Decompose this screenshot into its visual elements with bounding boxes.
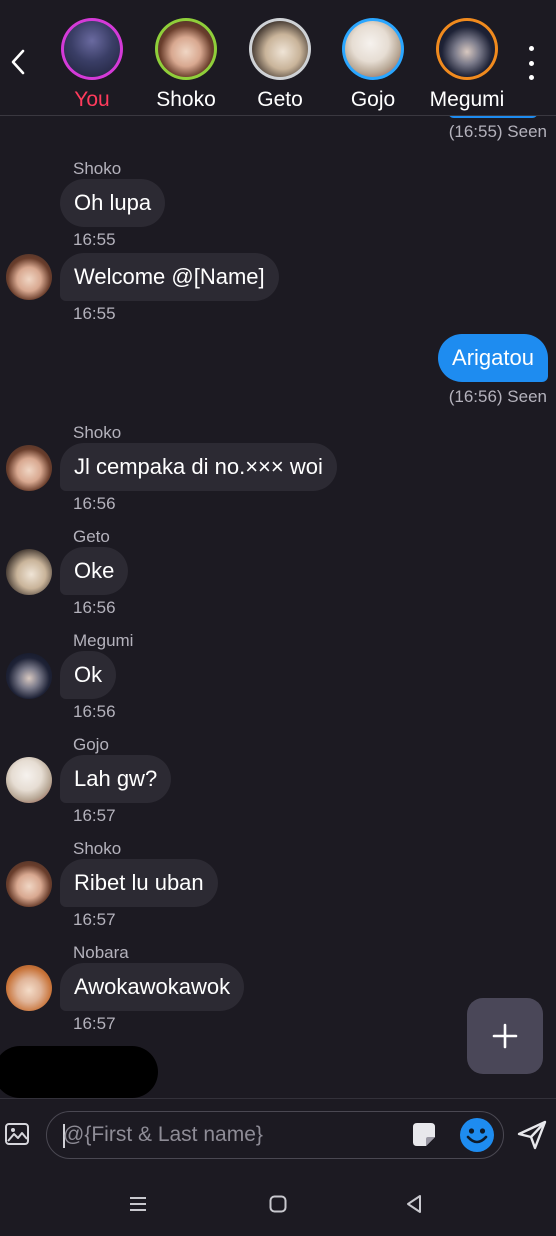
message-text: Ok [74, 662, 103, 687]
message-text: Awokawokawok [74, 974, 231, 999]
gallery-button[interactable] [4, 1121, 30, 1147]
plus-icon [492, 1023, 518, 1049]
sticker-button[interactable] [409, 1120, 439, 1150]
avatar [155, 18, 217, 80]
participant-you[interactable]: You [47, 18, 137, 114]
system-back-button[interactable] [403, 1193, 425, 1215]
message-composer [0, 1098, 556, 1172]
participant-name: Gojo [350, 88, 396, 111]
avatar [342, 18, 404, 80]
chat-screen: You Shoko Geto Gojo Megumi (16:55) Seen … [0, 0, 556, 1236]
message-bubble[interactable]: Ok [60, 651, 117, 699]
back-triangle-icon [407, 1195, 421, 1213]
participant-shoko[interactable]: Shoko [141, 18, 231, 114]
participant-megumi[interactable]: Megumi [422, 18, 512, 114]
message-text: Oh lupa [74, 190, 152, 215]
outgoing-message-bubble[interactable]: Arigatou [438, 334, 548, 382]
message-time: 16:57 [73, 806, 116, 825]
recent-apps-button[interactable] [128, 1194, 148, 1214]
message-bubble[interactable]: Oh lupa [60, 179, 166, 227]
more-vertical-icon [528, 46, 534, 51]
avatar [249, 18, 311, 80]
sender-name: Megumi [73, 631, 134, 650]
sender-name: Shoko [73, 159, 122, 178]
message-time: 16:56 [73, 494, 116, 513]
recents-icon [130, 1197, 146, 1211]
sender-name: Gojo [73, 735, 109, 754]
sticker-icon [413, 1123, 435, 1146]
participant-geto[interactable]: Geto [235, 18, 325, 114]
seen-status: (16:56) Seen [448, 387, 547, 406]
message-text: Oke [74, 558, 115, 583]
emoji-icon [460, 1118, 494, 1152]
avatar[interactable] [6, 757, 52, 803]
avatar[interactable] [6, 861, 52, 907]
message-time: 16:56 [73, 702, 116, 721]
home-button[interactable] [268, 1194, 288, 1214]
participant-name: Megumi [429, 88, 505, 111]
participant-name: Geto [257, 88, 303, 111]
message-text: Ribet lu uban [74, 870, 204, 895]
message-text: Arigatou [452, 345, 534, 370]
message-bubble[interactable]: Awokawokawok [60, 963, 245, 1011]
avatar[interactable] [6, 653, 52, 699]
chat-header: You Shoko Geto Gojo Megumi [0, 0, 556, 116]
message-time: 16:57 [73, 910, 116, 929]
message-time: 16:55 [73, 230, 116, 249]
participant-gojo[interactable]: Gojo [328, 18, 418, 114]
chevron-left-icon [11, 49, 25, 75]
message-text: Welcome @[Name] [74, 264, 265, 289]
outgoing-bubble-partial [448, 116, 538, 118]
message-bubble[interactable]: Ribet lu uban [60, 859, 218, 907]
more-vertical-icon-dot [528, 75, 534, 80]
back-button[interactable] [4, 44, 32, 80]
system-navigation-bar [0, 1172, 556, 1236]
message-time: 16:55 [73, 304, 116, 323]
redaction-mark [0, 1046, 158, 1098]
avatar[interactable] [6, 254, 52, 300]
image-icon [5, 1123, 29, 1145]
sender-name: Nobara [73, 943, 129, 962]
home-icon [269, 1195, 287, 1213]
participant-name: You [74, 88, 110, 111]
avatar[interactable] [6, 445, 52, 491]
message-bubble[interactable]: Jl cempaka di no.××× woi [60, 443, 337, 491]
message-text: Jl cempaka di no.××× woi [74, 454, 323, 479]
message-time: 16:56 [73, 598, 116, 617]
message-text: Lah gw? [74, 766, 158, 791]
avatar [61, 18, 123, 80]
emoji-button[interactable] [459, 1117, 495, 1153]
send-button[interactable] [516, 1119, 548, 1151]
sender-name: Geto [73, 527, 110, 546]
more-options-button[interactable] [516, 46, 546, 80]
add-button[interactable] [467, 998, 543, 1074]
message-list[interactable]: (16:55) Seen Shoko Oh lupa 16:55 Welcome… [0, 116, 556, 1098]
message-time: 16:57 [73, 1014, 116, 1033]
message-bubble[interactable]: Oke [60, 547, 129, 595]
seen-status: (16:55) Seen [448, 122, 547, 141]
avatar[interactable] [6, 549, 52, 595]
avatar[interactable] [6, 965, 52, 1011]
send-icon [517, 1120, 547, 1150]
message-input-field[interactable] [46, 1111, 504, 1159]
avatar [436, 18, 498, 80]
sender-name: Shoko [73, 839, 122, 858]
sender-name: Shoko [73, 423, 122, 442]
message-bubble[interactable]: Lah gw? [60, 755, 172, 803]
more-vertical-icon-dot [528, 60, 534, 66]
message-input[interactable] [63, 1112, 393, 1158]
message-bubble[interactable]: Welcome @[Name] [60, 253, 279, 301]
participant-name: Shoko [156, 88, 216, 111]
